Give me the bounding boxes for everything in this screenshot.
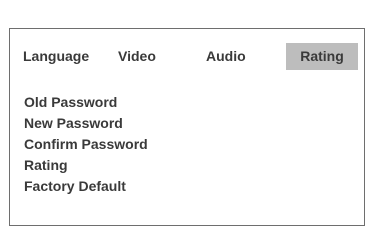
tab-audio[interactable]: Audio: [206, 43, 246, 70]
tab-language[interactable]: Language: [23, 43, 89, 70]
tab-video[interactable]: Video: [118, 43, 156, 70]
menu-item-factory-default[interactable]: Factory Default: [24, 176, 148, 197]
menu-item-rating[interactable]: Rating: [24, 155, 148, 176]
rating-options-list: Old Password New Password Confirm Passwo…: [24, 92, 148, 197]
setup-menu-panel: Language Video Audio Rating Old Password…: [9, 28, 365, 226]
menu-item-old-password[interactable]: Old Password: [24, 92, 148, 113]
menu-item-confirm-password[interactable]: Confirm Password: [24, 134, 148, 155]
tab-rating[interactable]: Rating: [286, 43, 358, 70]
tab-bar: Language Video Audio Rating: [10, 43, 364, 70]
menu-item-new-password[interactable]: New Password: [24, 113, 148, 134]
